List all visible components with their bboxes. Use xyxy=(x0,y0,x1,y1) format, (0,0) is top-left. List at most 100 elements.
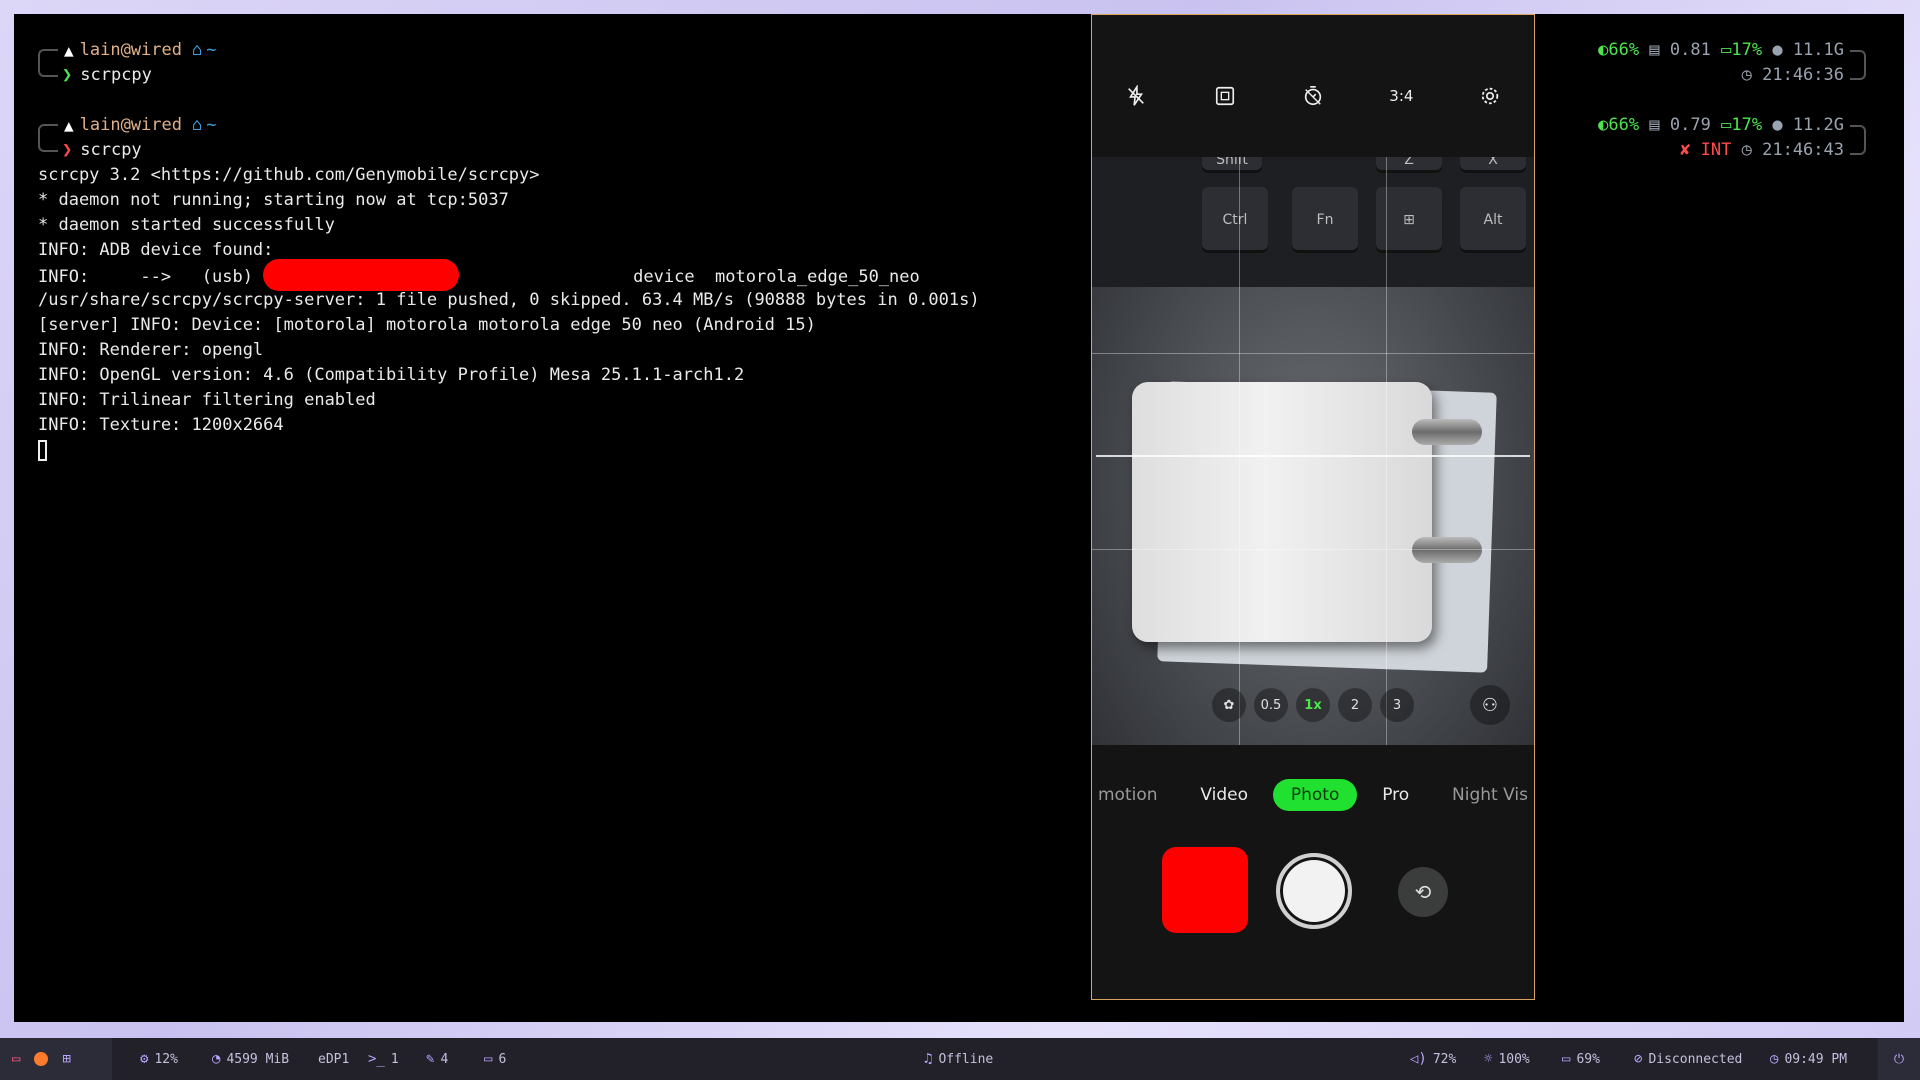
disk-icon: ▭ xyxy=(1721,115,1732,135)
screen-icon[interactable]: ▭ xyxy=(12,1051,20,1067)
arch-icon: ▲ xyxy=(64,116,74,135)
output-line: * daemon started successfully xyxy=(38,215,335,235)
clock-icon: ◷ xyxy=(1770,1051,1779,1067)
music-icon: ♫ xyxy=(924,1051,933,1067)
key-shift: Shift xyxy=(1202,157,1262,173)
battery-icon: ◐ xyxy=(1598,40,1609,60)
key-x: X xyxy=(1460,157,1526,173)
firefox-icon[interactable] xyxy=(34,1052,49,1066)
charger-object xyxy=(1132,382,1432,642)
prompt-dir: ~ xyxy=(206,40,217,60)
command-text: scrpcpy xyxy=(80,65,152,85)
error-icon: ✘ xyxy=(1680,140,1691,160)
prompt-arrow-icon: ❯ xyxy=(62,140,73,160)
brightness-icon: ☼ xyxy=(1484,1051,1493,1067)
command-line: ❯ scrcpy xyxy=(38,137,1098,163)
mode-pro[interactable]: Pro xyxy=(1364,779,1427,811)
flash-off-icon[interactable] xyxy=(1116,84,1156,113)
prompt-arrow-icon: ❯ xyxy=(62,65,73,85)
windows-icon: ⊞ xyxy=(1403,212,1415,228)
camera-controls: ⟲ xyxy=(1092,833,1534,933)
settings-gear-icon[interactable] xyxy=(1470,85,1510,113)
grid-line xyxy=(1092,549,1534,550)
network-widget[interactable]: ⊘ Disconnected xyxy=(1634,1038,1742,1080)
macro-icon[interactable]: ✿ xyxy=(1212,688,1246,722)
device-line: INFO: --> (usb) device motorola_edge_50_… xyxy=(38,259,1098,291)
device-line-suffix: device motorola_edge_50_neo xyxy=(633,267,920,287)
status-bracket xyxy=(1850,125,1866,155)
load-icon: ▤ xyxy=(1649,40,1660,60)
grid-menu-icon[interactable]: ⊞ xyxy=(62,1051,70,1067)
battery-icon: ▭ xyxy=(1562,1051,1571,1067)
cursor-line xyxy=(38,438,1098,463)
clock-icon: ◷ xyxy=(1741,65,1752,85)
arch-icon: ▲ xyxy=(64,41,74,60)
camera-top-icons: 3:4 xyxy=(1092,84,1534,113)
camera-mode-strip: motion Video Photo Pro Night Vis xyxy=(1092,777,1534,813)
shutter-button[interactable] xyxy=(1276,853,1352,929)
status-row: ◷ 21:46:36 xyxy=(1741,65,1844,85)
output-line: INFO: Trilinear filtering enabled xyxy=(38,390,376,410)
key-ctrl: Ctrl xyxy=(1202,187,1268,253)
gallery-thumbnail[interactable] xyxy=(1162,847,1248,933)
scrcpy-phone-window[interactable]: 3:4 Shift Ctrl Fn ⊞ Alt Z X 14 3000 ✿ 0. xyxy=(1091,14,1535,1000)
prompt-line: ▲ lain@wired ⌂ ~ xyxy=(38,38,1098,65)
terminal-icon: >_ xyxy=(368,1051,385,1067)
terminal-output: ▲ lain@wired ⌂ ~ ❯ scrpcpy ▲ lain@wired … xyxy=(38,38,1098,463)
command-text: scrcpy xyxy=(80,140,142,160)
output-line: scrcpy 3.2 <https://github.com/Genymobil… xyxy=(38,165,540,185)
redacted-serial xyxy=(263,259,460,291)
terminal-window[interactable]: ▲ lain@wired ⌂ ~ ❯ scrpcpy ▲ lain@wired … xyxy=(14,14,1904,1022)
prompt-line: ▲ lain@wired ⌂ ~ xyxy=(38,113,1098,140)
prompt-status-1: ◐66% ▤ 0.81 ▭17% ● 11.1G ◷ 21:46:36 xyxy=(1598,38,1866,88)
zoom-2[interactable]: 2 xyxy=(1338,688,1372,722)
clock-icon: ◷ xyxy=(1741,140,1752,160)
keyboard-background: Shift Ctrl Fn ⊞ Alt Z X xyxy=(1092,157,1534,287)
output-line: * daemon not running; starting now at tc… xyxy=(38,190,509,210)
power-icon[interactable]: ⏻ xyxy=(1878,1038,1920,1080)
output-line: INFO: Renderer: opengl xyxy=(38,340,264,360)
battery-widget: ▭ 69% xyxy=(1562,1051,1600,1067)
mode-night-vision[interactable]: Night Vis xyxy=(1434,779,1528,811)
memory-icon: ● xyxy=(1772,115,1783,135)
zoom-1x[interactable]: 1x xyxy=(1296,688,1330,722)
disk-icon: ▭ xyxy=(1721,40,1732,60)
camera-top-bar: 3:4 xyxy=(1092,15,1534,157)
hdr-icon[interactable] xyxy=(1205,85,1245,113)
brightness-widget[interactable]: ☼ 100% xyxy=(1484,1038,1530,1080)
memory-icon: ◔ xyxy=(212,1051,221,1067)
aspect-ratio-button[interactable]: 3:4 xyxy=(1381,85,1421,113)
status-row: ✘ INT ◷ 21:46:43 xyxy=(1680,140,1844,160)
charger-pin xyxy=(1412,537,1482,563)
terminal-workspace[interactable]: >_ 1 xyxy=(368,1038,399,1080)
mode-video[interactable]: Video xyxy=(1182,779,1266,811)
zoom-3[interactable]: 3 xyxy=(1380,688,1414,722)
zoom-0-5[interactable]: 0.5 xyxy=(1254,688,1288,722)
prompt-bracket xyxy=(38,62,58,77)
editor-workspace[interactable]: ✎ 4 xyxy=(426,1038,448,1080)
monitor-workspace[interactable]: ▭ 6 xyxy=(484,1038,506,1080)
edit-icon: ✎ xyxy=(426,1051,435,1067)
output-line: INFO: Texture: 1200x2664 xyxy=(38,415,284,435)
switch-camera-icon[interactable]: ⟲ xyxy=(1398,867,1448,917)
output-line: INFO: OpenGL version: 4.6 (Compatibility… xyxy=(38,365,745,385)
grid-line xyxy=(1239,157,1240,745)
mode-slow-motion[interactable]: motion xyxy=(1098,779,1176,811)
terminal-cursor xyxy=(38,440,47,461)
music-widget[interactable]: ♫ Offline xyxy=(924,1038,993,1080)
status-bracket xyxy=(1850,50,1866,80)
prompt-user: lain@wired xyxy=(79,40,182,60)
mode-photo[interactable]: Photo xyxy=(1272,779,1358,811)
volume-icon: ◁) xyxy=(1410,1051,1427,1067)
output-line: INFO: ADB device found: xyxy=(38,240,274,260)
camera-viewfinder[interactable]: Shift Ctrl Fn ⊞ Alt Z X 14 3000 ✿ 0.5 1x… xyxy=(1092,157,1534,745)
grid-line xyxy=(1386,157,1387,745)
volume-widget[interactable]: ◁) 72% xyxy=(1410,1038,1456,1080)
timer-icon[interactable] xyxy=(1293,85,1333,113)
key-alt: Alt xyxy=(1460,187,1526,253)
command-line: ❯ scrpcpy xyxy=(38,62,1098,88)
filters-icon[interactable]: ⚇ xyxy=(1470,685,1510,725)
clock-widget[interactable]: ◷ 09:49 PM xyxy=(1770,1038,1847,1080)
prompt-status-2: ◐66% ▤ 0.79 ▭17% ● 11.2G ✘ INT ◷ 21:46:4… xyxy=(1598,113,1866,163)
